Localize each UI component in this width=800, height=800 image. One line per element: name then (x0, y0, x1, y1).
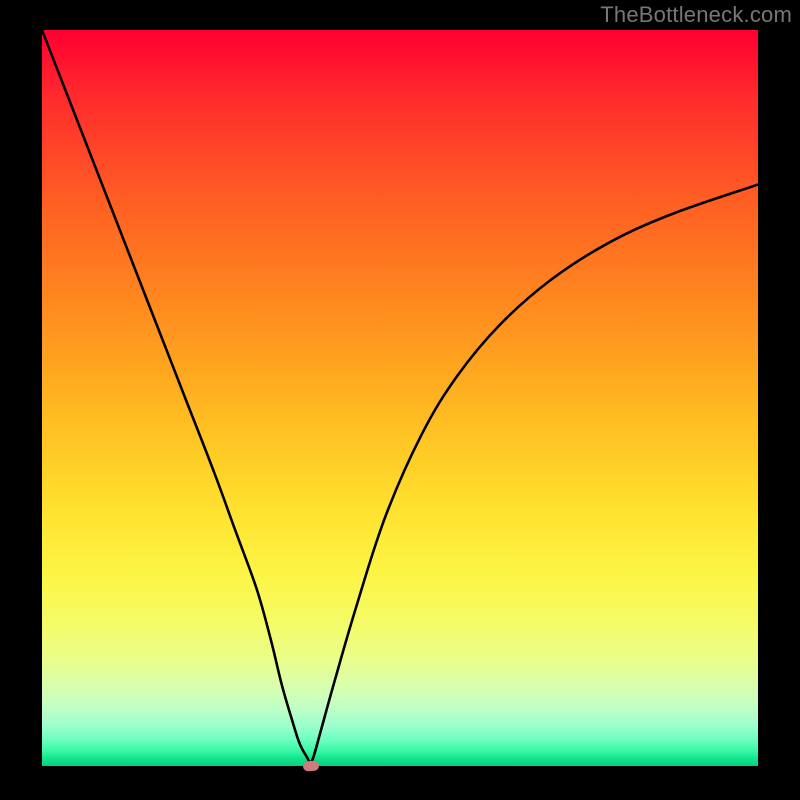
chart-frame: TheBottleneck.com (0, 0, 800, 800)
bottleneck-curve (42, 30, 758, 766)
plot-area (40, 28, 760, 768)
watermark-text: TheBottleneck.com (600, 2, 792, 28)
optimal-point-marker (302, 760, 319, 771)
